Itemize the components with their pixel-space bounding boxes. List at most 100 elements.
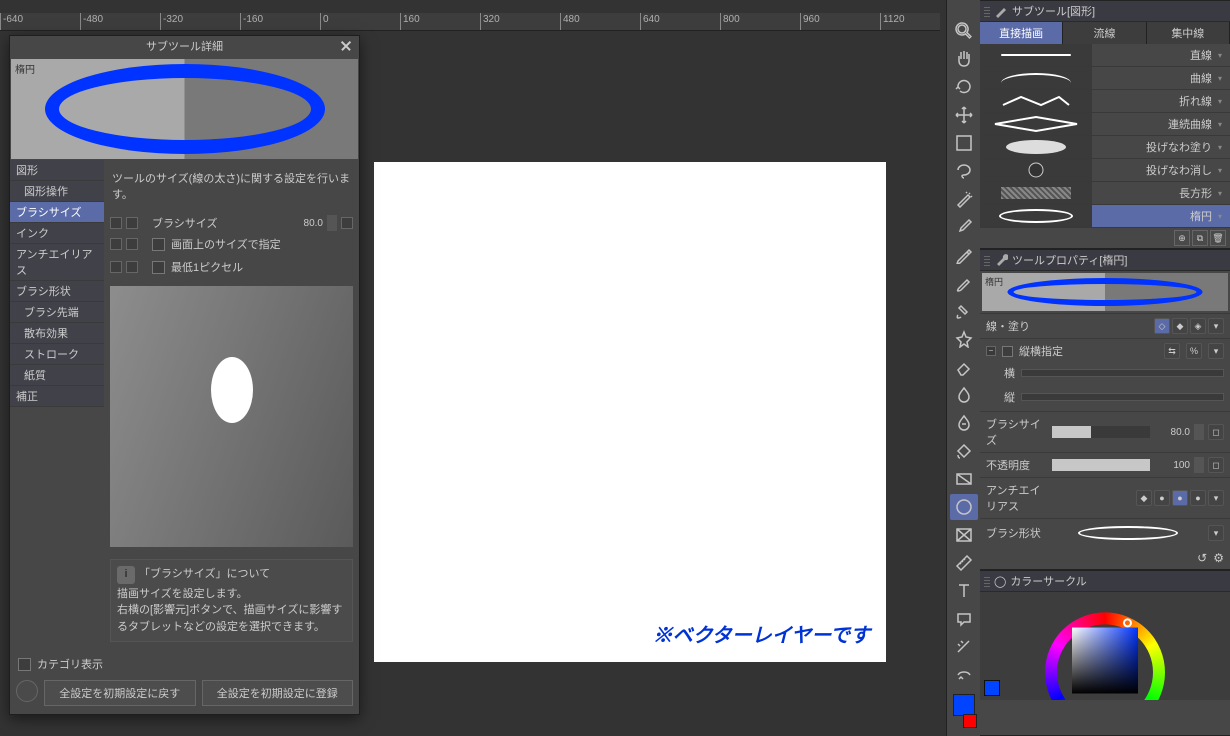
- param-visibility-icon[interactable]: [126, 217, 138, 229]
- text-tool-icon[interactable]: [950, 578, 978, 604]
- tab-直接描画[interactable]: 直接描画: [980, 22, 1063, 44]
- aa-none-icon[interactable]: ◆: [1136, 490, 1152, 506]
- sv-square[interactable]: [1072, 628, 1138, 694]
- wand-tool-icon[interactable]: [950, 186, 978, 212]
- chevron-down-icon[interactable]: ▾: [1208, 318, 1224, 334]
- subtool-row[interactable]: 長方形▾: [980, 182, 1230, 205]
- background-color-swatch[interactable]: [963, 714, 977, 728]
- deco-tool-icon[interactable]: [950, 326, 978, 352]
- aspect-mode-icon[interactable]: %: [1186, 343, 1202, 359]
- airbrush-tool-icon[interactable]: [950, 298, 978, 324]
- chevron-down-icon[interactable]: ▾: [1218, 97, 1230, 106]
- category-item[interactable]: 紙質: [10, 365, 104, 386]
- category-item[interactable]: ブラシ形状: [10, 281, 104, 302]
- chevron-down-icon[interactable]: ▾: [1218, 120, 1230, 129]
- move-tool-icon[interactable]: [950, 102, 978, 128]
- hue-handle-icon[interactable]: [1123, 618, 1132, 627]
- param-toggle-icon[interactable]: [110, 238, 122, 250]
- chevron-down-icon[interactable]: ▾: [1218, 74, 1230, 83]
- balloon-tool-icon[interactable]: [950, 606, 978, 632]
- category-item[interactable]: ブラシ先端: [10, 302, 104, 323]
- grip-icon[interactable]: [984, 5, 990, 17]
- chevron-down-icon[interactable]: ▾: [1218, 166, 1230, 175]
- subtool-row[interactable]: 直線▾: [980, 44, 1230, 67]
- category-item[interactable]: アンチエイリアス: [10, 244, 104, 281]
- tab-流線[interactable]: 流線: [1063, 22, 1146, 44]
- blend-tool-icon[interactable]: [950, 382, 978, 408]
- chevron-down-icon[interactable]: ▾: [1218, 143, 1230, 152]
- magnify-tool-icon[interactable]: [950, 18, 978, 44]
- chevron-down-icon[interactable]: ▾: [1218, 189, 1230, 198]
- close-icon[interactable]: [339, 39, 353, 53]
- duplicate-subtool-icon[interactable]: ⧉: [1192, 230, 1208, 246]
- lasso-tool-icon[interactable]: [950, 158, 978, 184]
- brush-size-value[interactable]: 80.0: [1154, 427, 1190, 438]
- line-edit-tool-icon[interactable]: [950, 634, 978, 660]
- category-item[interactable]: 補正: [10, 386, 104, 407]
- spinner-icon[interactable]: [1194, 457, 1204, 473]
- subtool-row[interactable]: 連続曲線▾: [980, 113, 1230, 136]
- opacity-value[interactable]: 100: [1154, 460, 1190, 471]
- fill-only-icon[interactable]: ◆: [1172, 318, 1188, 334]
- select-rect-tool-icon[interactable]: [950, 130, 978, 156]
- subtool-row[interactable]: 曲線▾: [980, 67, 1230, 90]
- screen-size-checkbox-label[interactable]: 画面上のサイズで指定: [171, 236, 281, 252]
- grip-icon[interactable]: [984, 254, 990, 266]
- subtool-row[interactable]: 楕円▾: [980, 205, 1230, 228]
- collapse-icon[interactable]: −: [986, 346, 996, 356]
- param-toggle-icon[interactable]: [110, 261, 122, 273]
- category-display-checkbox-label[interactable]: カテゴリ表示: [37, 656, 103, 672]
- checkbox[interactable]: [1002, 346, 1013, 357]
- checkbox[interactable]: [152, 238, 165, 251]
- chevron-down-icon[interactable]: ▾: [1208, 490, 1224, 506]
- import-subtool-icon[interactable]: ⊕: [1174, 230, 1190, 246]
- tab-集中線[interactable]: 集中線: [1147, 22, 1230, 44]
- canvas[interactable]: ※ベクターレイヤーです: [374, 162, 886, 662]
- aa-strong-icon[interactable]: ●: [1190, 490, 1206, 506]
- aspect-height-slider[interactable]: [1021, 393, 1224, 401]
- correct-tool-icon[interactable]: [950, 662, 978, 688]
- fill-tool-icon[interactable]: [950, 438, 978, 464]
- chevron-down-icon[interactable]: ▾: [1218, 51, 1230, 60]
- aa-weak-icon[interactable]: ●: [1154, 490, 1170, 506]
- rotate-tool-icon[interactable]: [950, 74, 978, 100]
- reset-icon[interactable]: [16, 680, 38, 702]
- category-item[interactable]: 図形操作: [10, 181, 104, 202]
- category-item[interactable]: インク: [10, 223, 104, 244]
- category-item[interactable]: 散布効果: [10, 323, 104, 344]
- chevron-down-icon[interactable]: ▾: [1208, 525, 1224, 541]
- dynamics-icon[interactable]: ◻: [1208, 424, 1224, 440]
- brush-size-slider[interactable]: [1052, 426, 1150, 438]
- param-toggle-icon[interactable]: [110, 217, 122, 229]
- settings-icon[interactable]: ⚙: [1213, 551, 1224, 565]
- grip-icon[interactable]: [984, 575, 990, 587]
- spinner-icon[interactable]: [1194, 424, 1204, 440]
- checkbox[interactable]: [152, 261, 165, 274]
- foreground-color-swatch[interactable]: [953, 694, 975, 716]
- brush-shape-display[interactable]: [1052, 523, 1204, 543]
- brush-tool-icon[interactable]: [950, 270, 978, 296]
- chevron-down-icon[interactable]: ▾: [1218, 212, 1230, 221]
- lock-aspect-icon[interactable]: ⇆: [1164, 343, 1180, 359]
- dynamics-icon[interactable]: [341, 217, 353, 229]
- fx-tool-icon[interactable]: [950, 410, 978, 436]
- current-color-swatch[interactable]: [984, 680, 1000, 696]
- category-item[interactable]: ブラシサイズ: [10, 202, 104, 223]
- reset-all-button[interactable]: 全設定を初期設定に戻す: [44, 680, 196, 706]
- dynamics-icon[interactable]: ◻: [1208, 457, 1224, 473]
- register-all-button[interactable]: 全設定を初期設定に登録: [202, 680, 354, 706]
- stroke-fill-icon[interactable]: ◈: [1190, 318, 1206, 334]
- aa-medium-icon[interactable]: ●: [1172, 490, 1188, 506]
- checkbox[interactable]: [18, 658, 31, 671]
- category-item[interactable]: ストローク: [10, 344, 104, 365]
- param-visibility-icon[interactable]: [126, 261, 138, 273]
- spinner-icon[interactable]: [327, 215, 337, 231]
- min-1px-checkbox-label[interactable]: 最低1ピクセル: [171, 259, 243, 275]
- shape-tool-icon[interactable]: [950, 494, 978, 520]
- subtool-row[interactable]: 折れ線▾: [980, 90, 1230, 113]
- gradient-tool-icon[interactable]: [950, 466, 978, 492]
- opacity-slider[interactable]: [1052, 459, 1150, 471]
- frame-tool-icon[interactable]: [950, 522, 978, 548]
- hand-tool-icon[interactable]: [950, 46, 978, 72]
- brush-size-value[interactable]: 80.0: [283, 218, 323, 229]
